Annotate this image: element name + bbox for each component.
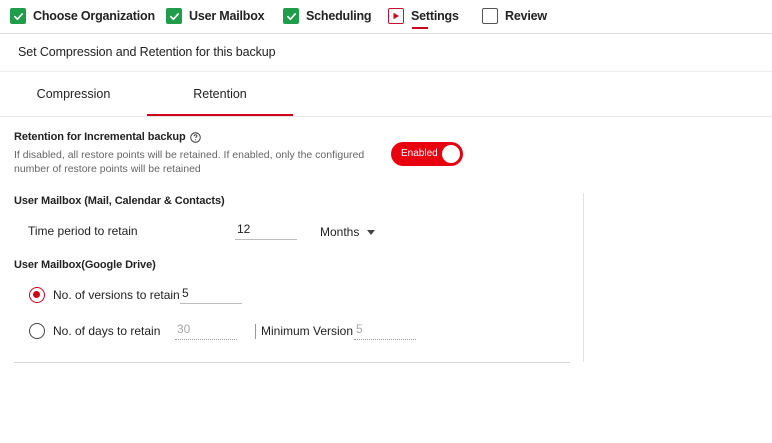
versions-label: No. of versions to retain bbox=[53, 288, 180, 302]
mailbox-section-title: User Mailbox (Mail, Calendar & Contacts) bbox=[14, 195, 225, 207]
days-radio[interactable] bbox=[29, 323, 45, 339]
period-unit-value: Months bbox=[320, 225, 360, 239]
step-label: User Mailbox bbox=[189, 9, 265, 23]
question-circle-icon[interactable] bbox=[189, 131, 201, 143]
step-label: Review bbox=[505, 9, 547, 23]
step-choose-organization[interactable]: Choose Organization bbox=[10, 7, 155, 25]
time-period-input[interactable]: 12 bbox=[235, 220, 297, 240]
tab-retention[interactable]: Retention bbox=[147, 72, 293, 116]
step-scheduling[interactable]: Scheduling bbox=[283, 7, 372, 25]
retention-heading-label: Retention for Incremental backup bbox=[14, 131, 186, 143]
versions-radio[interactable] bbox=[29, 287, 45, 303]
check-icon bbox=[10, 8, 26, 24]
step-user-mailbox[interactable]: User Mailbox bbox=[166, 7, 265, 25]
divider bbox=[0, 116, 772, 117]
period-unit-select[interactable]: Months bbox=[320, 223, 376, 241]
time-period-label: Time period to retain bbox=[28, 224, 138, 238]
empty-checkbox-icon bbox=[482, 8, 498, 24]
divider bbox=[583, 193, 584, 362]
versions-input[interactable]: 5 bbox=[180, 284, 242, 304]
check-icon bbox=[283, 8, 299, 24]
retention-heading: Retention for Incremental backup bbox=[14, 131, 201, 143]
step-label: Choose Organization bbox=[33, 9, 155, 23]
step-label: Settings bbox=[411, 9, 459, 23]
toggle-label: Enabled bbox=[401, 148, 438, 159]
divider bbox=[255, 324, 256, 339]
toggle-knob bbox=[442, 145, 460, 163]
page-title: Set Compression and Retention for this b… bbox=[18, 45, 276, 59]
divider bbox=[14, 362, 570, 363]
min-version-label: Minimum Version bbox=[261, 324, 354, 338]
step-label: Scheduling bbox=[306, 9, 372, 23]
retention-enabled-toggle[interactable]: Enabled bbox=[391, 142, 463, 166]
min-version-input[interactable]: 5 bbox=[354, 320, 416, 340]
step-review[interactable]: Review bbox=[482, 7, 547, 25]
check-icon bbox=[166, 8, 182, 24]
days-input[interactable]: 30 bbox=[175, 320, 237, 340]
drive-section-title: User Mailbox(Google Drive) bbox=[14, 259, 156, 271]
play-icon bbox=[388, 8, 404, 24]
active-step-indicator bbox=[412, 27, 428, 29]
days-label: No. of days to retain bbox=[53, 324, 161, 338]
chevron-down-icon bbox=[367, 229, 376, 235]
tab-compression[interactable]: Compression bbox=[0, 72, 147, 116]
wizard-steps: Choose Organization User Mailbox Schedul… bbox=[0, 0, 772, 34]
step-settings[interactable]: Settings bbox=[388, 7, 459, 29]
retention-description: If disabled, all restore points will be … bbox=[14, 149, 365, 175]
